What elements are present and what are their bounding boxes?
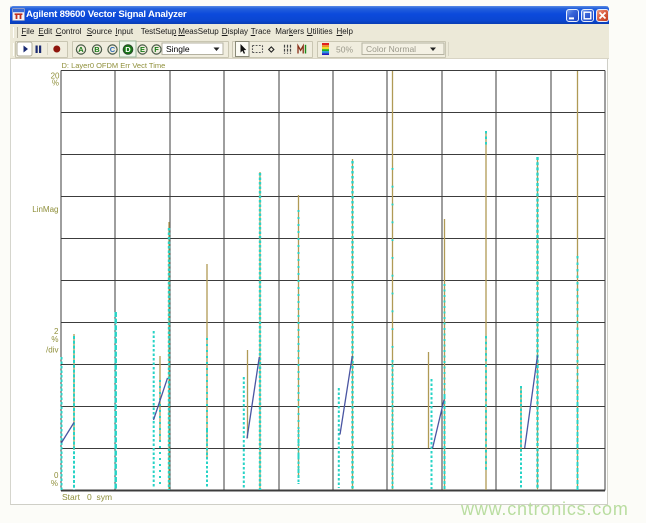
svg-text:%: % <box>52 79 59 88</box>
svg-text:0: 0 <box>87 492 92 502</box>
svg-text:LinMag: LinMag <box>32 205 58 214</box>
svg-text:%: % <box>51 335 58 344</box>
svg-text:/div: /div <box>46 346 58 355</box>
svg-text:D: Layer0 OFDM Err Vect Time: D: Layer0 OFDM Err Vect Time <box>62 61 166 70</box>
svg-text:%: % <box>51 479 58 488</box>
svg-text:sym: sym <box>97 492 113 502</box>
svg-text:Start: Start <box>62 492 81 502</box>
